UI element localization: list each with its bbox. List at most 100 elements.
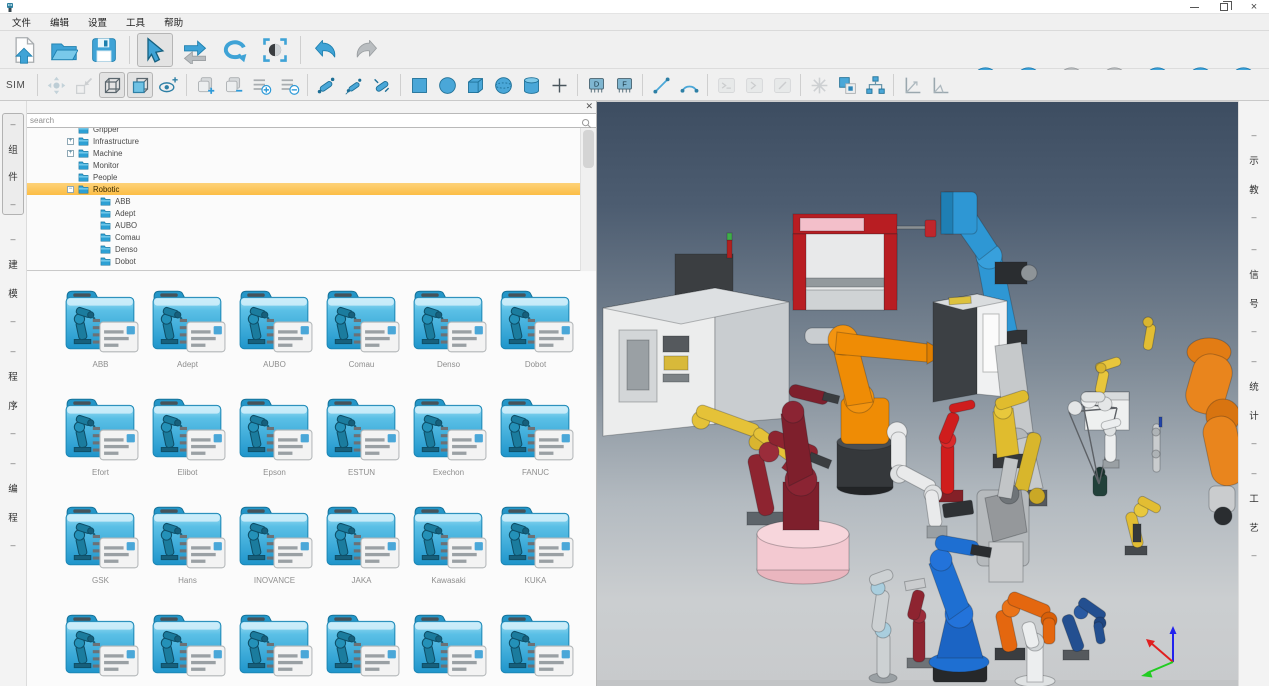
tree-item-denso[interactable]: Denso bbox=[27, 243, 580, 255]
folder-aubo[interactable]: AUBO bbox=[231, 284, 318, 392]
tab-modeling[interactable]: –建模– bbox=[2, 229, 24, 331]
tree-item-infrastructure[interactable]: +Infrastructure bbox=[27, 135, 580, 147]
snowflake-button[interactable] bbox=[806, 72, 832, 98]
menu-item-0[interactable]: 文件 bbox=[6, 14, 37, 30]
minimize-button[interactable] bbox=[1179, 0, 1209, 14]
folder-kawasaki[interactable]: Kawasaki bbox=[405, 500, 492, 608]
tree-item-adept[interactable]: Adept bbox=[27, 207, 580, 219]
chart-axes-2-button[interactable] bbox=[927, 72, 953, 98]
folder-item[interactable] bbox=[405, 608, 492, 686]
tab-statistics[interactable]: –统计– bbox=[1241, 351, 1267, 453]
group-remove-button[interactable] bbox=[220, 72, 246, 98]
probe-3-button[interactable] bbox=[369, 72, 395, 98]
tree-item-comau[interactable]: Comau bbox=[27, 231, 580, 243]
folder-inovance[interactable]: INOVANCE bbox=[231, 500, 318, 608]
viewport-3d[interactable] bbox=[597, 101, 1238, 686]
save-file-button[interactable] bbox=[86, 33, 122, 67]
tab-signal[interactable]: –信号– bbox=[1241, 239, 1267, 341]
search-input[interactable] bbox=[27, 114, 596, 127]
folder-exechon[interactable]: Exechon bbox=[405, 392, 492, 500]
new-view-button[interactable] bbox=[155, 72, 181, 98]
folder-denso[interactable]: Denso bbox=[405, 284, 492, 392]
folder-item[interactable] bbox=[492, 608, 579, 686]
tree-item-robotic[interactable]: −Robotic bbox=[27, 183, 580, 195]
primitive-point-button[interactable] bbox=[546, 72, 572, 98]
folder-jaka[interactable]: JAKA bbox=[318, 500, 405, 608]
folder-item[interactable] bbox=[318, 608, 405, 686]
fit-view-button[interactable] bbox=[257, 33, 293, 67]
folder-epson[interactable]: Epson bbox=[231, 392, 318, 500]
folder-item[interactable] bbox=[231, 608, 318, 686]
folder-fanuc[interactable]: FANUC bbox=[492, 392, 579, 500]
console-run-button[interactable] bbox=[713, 72, 739, 98]
primitive-sphere-button[interactable] bbox=[434, 72, 460, 98]
tab-program[interactable]: –程序– bbox=[2, 341, 24, 443]
redo-button[interactable] bbox=[348, 33, 384, 67]
console-step-button[interactable] bbox=[741, 72, 767, 98]
wireframe-view-button[interactable] bbox=[99, 72, 125, 98]
tree-item-monitor[interactable]: Monitor bbox=[27, 159, 580, 171]
maximize-button[interactable] bbox=[1209, 0, 1239, 14]
expander-minus-icon[interactable]: − bbox=[67, 186, 74, 193]
tree-item-machine[interactable]: +Machine bbox=[27, 147, 580, 159]
folder-dobot[interactable]: Dobot bbox=[492, 284, 579, 392]
chip-f-button[interactable]: F bbox=[611, 72, 637, 98]
folder-item[interactable] bbox=[144, 608, 231, 686]
tab-process[interactable]: –工艺– bbox=[1241, 463, 1267, 565]
folder-item[interactable] bbox=[57, 608, 144, 686]
panel-close-icon[interactable]: ✕ bbox=[585, 101, 593, 112]
folder-abb[interactable]: ABB bbox=[57, 284, 144, 392]
list-remove-button[interactable] bbox=[276, 72, 302, 98]
list-add-button[interactable] bbox=[248, 72, 274, 98]
expander-plus-icon[interactable]: + bbox=[67, 150, 74, 157]
scale-object-button[interactable] bbox=[71, 72, 97, 98]
folder-adept[interactable]: Adept bbox=[144, 284, 231, 392]
tree-scrollbar[interactable] bbox=[580, 128, 596, 271]
tab-components[interactable]: –组件– bbox=[2, 113, 24, 215]
folder-efort[interactable]: Efort bbox=[57, 392, 144, 500]
primitive-plane-button[interactable] bbox=[406, 72, 432, 98]
tree-item-people[interactable]: People bbox=[27, 171, 580, 183]
primitive-ellipsoid-button[interactable] bbox=[490, 72, 516, 98]
shaded-view-button[interactable] bbox=[127, 72, 153, 98]
folder-estun[interactable]: ESTUN bbox=[318, 392, 405, 500]
probe-2-button[interactable] bbox=[341, 72, 367, 98]
folder-comau[interactable]: Comau bbox=[318, 284, 405, 392]
group-add-button[interactable] bbox=[192, 72, 218, 98]
tree-item-gripper[interactable]: Gripper bbox=[27, 128, 580, 135]
menu-item-4[interactable]: 帮助 bbox=[158, 14, 189, 30]
tree-item-aubo[interactable]: AUBO bbox=[27, 219, 580, 231]
layers-swap-button[interactable] bbox=[834, 72, 860, 98]
open-file-button[interactable] bbox=[46, 33, 82, 67]
app-window: × 文件编辑设置工具帮助 SIM DF –组件––建模––程序––编程– ✕ bbox=[0, 0, 1269, 686]
tab-teach[interactable]: –示教– bbox=[1241, 125, 1267, 227]
move-gizmo-button[interactable] bbox=[43, 72, 69, 98]
primitive-box-button[interactable] bbox=[462, 72, 488, 98]
folder-kuka[interactable]: KUKA bbox=[492, 500, 579, 608]
expander-plus-icon[interactable]: + bbox=[67, 138, 74, 145]
folder-elibot[interactable]: Elibot bbox=[144, 392, 231, 500]
tree-item-abb[interactable]: ABB bbox=[27, 195, 580, 207]
menu-item-3[interactable]: 工具 bbox=[120, 14, 151, 30]
menu-item-2[interactable]: 设置 bbox=[82, 14, 113, 30]
console-edit-button[interactable] bbox=[769, 72, 795, 98]
new-file-button[interactable] bbox=[6, 33, 42, 67]
close-button[interactable]: × bbox=[1239, 0, 1269, 14]
trace-arc-button[interactable] bbox=[676, 72, 702, 98]
hierarchy-button[interactable] bbox=[862, 72, 888, 98]
translate-button[interactable] bbox=[177, 33, 213, 67]
tab-programming[interactable]: –编程– bbox=[2, 453, 24, 555]
rotate-view-button[interactable] bbox=[217, 33, 253, 67]
group-add-icon bbox=[195, 75, 216, 96]
probe-1-button[interactable] bbox=[313, 72, 339, 98]
chip-d-button[interactable]: D bbox=[583, 72, 609, 98]
folder-hans[interactable]: Hans bbox=[144, 500, 231, 608]
menu-item-1[interactable]: 编辑 bbox=[44, 14, 75, 30]
undo-button[interactable] bbox=[308, 33, 344, 67]
tree-item-dobot[interactable]: Dobot bbox=[27, 255, 580, 267]
trace-line-button[interactable] bbox=[648, 72, 674, 98]
select-cursor-button[interactable] bbox=[137, 33, 173, 67]
chart-axes-1-button[interactable] bbox=[899, 72, 925, 98]
primitive-cylinder-button[interactable] bbox=[518, 72, 544, 98]
folder-gsk[interactable]: GSK bbox=[57, 500, 144, 608]
